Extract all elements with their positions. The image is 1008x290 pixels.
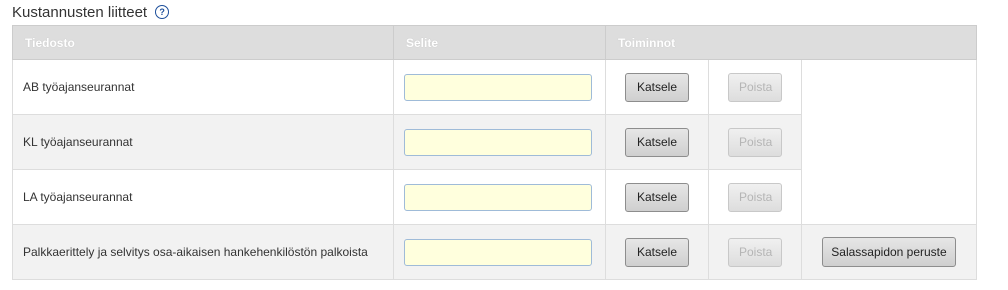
description-input[interactable]: [404, 183, 592, 211]
attachments-table: Tiedosto Selite Toiminnot AB työajanseur…: [12, 25, 978, 280]
file-name: AB työajanseurannat: [12, 59, 394, 115]
help-icon[interactable]: ?: [155, 5, 170, 19]
section-title: Kustannusten liitteet: [12, 3, 148, 21]
table-row: AB työajanseurannat Katsele Poista: [12, 59, 978, 115]
delete-button[interactable]: Poista: [728, 182, 782, 212]
column-header-file: Tiedosto: [12, 25, 394, 60]
table-header-row: Tiedosto Selite Toiminnot: [12, 25, 978, 60]
column-header-description: Selite: [393, 25, 606, 60]
secrecy-basis-button[interactable]: Salassapidon peruste: [822, 237, 956, 267]
delete-button[interactable]: Poista: [728, 127, 782, 157]
table-row: LA työajanseurannat Katsele Poista: [12, 169, 978, 225]
description-input[interactable]: [404, 238, 592, 266]
section-header: Kustannusten liitteet ?: [12, 2, 170, 22]
file-name: KL työajanseurannat: [12, 114, 394, 170]
extra-cell: [800, 114, 978, 170]
delete-button[interactable]: Poista: [728, 237, 782, 267]
description-input[interactable]: [404, 73, 592, 101]
view-button[interactable]: Katsele: [625, 182, 689, 212]
view-button[interactable]: Katsele: [625, 127, 689, 157]
file-name: Palkkaerittely ja selvitys osa-aikaisen …: [12, 224, 394, 280]
view-button[interactable]: Katsele: [625, 72, 689, 102]
table-row: KL työajanseurannat Katsele Poista: [12, 114, 978, 170]
description-input[interactable]: [404, 128, 592, 156]
view-button[interactable]: Katsele: [625, 237, 689, 267]
extra-cell: [800, 169, 978, 225]
table-row: Palkkaerittely ja selvitys osa-aikaisen …: [12, 224, 978, 280]
extra-cell: [800, 59, 978, 115]
file-name: LA työajanseurannat: [12, 169, 394, 225]
delete-button[interactable]: Poista: [728, 72, 782, 102]
column-header-actions: Toiminnot: [604, 25, 978, 60]
